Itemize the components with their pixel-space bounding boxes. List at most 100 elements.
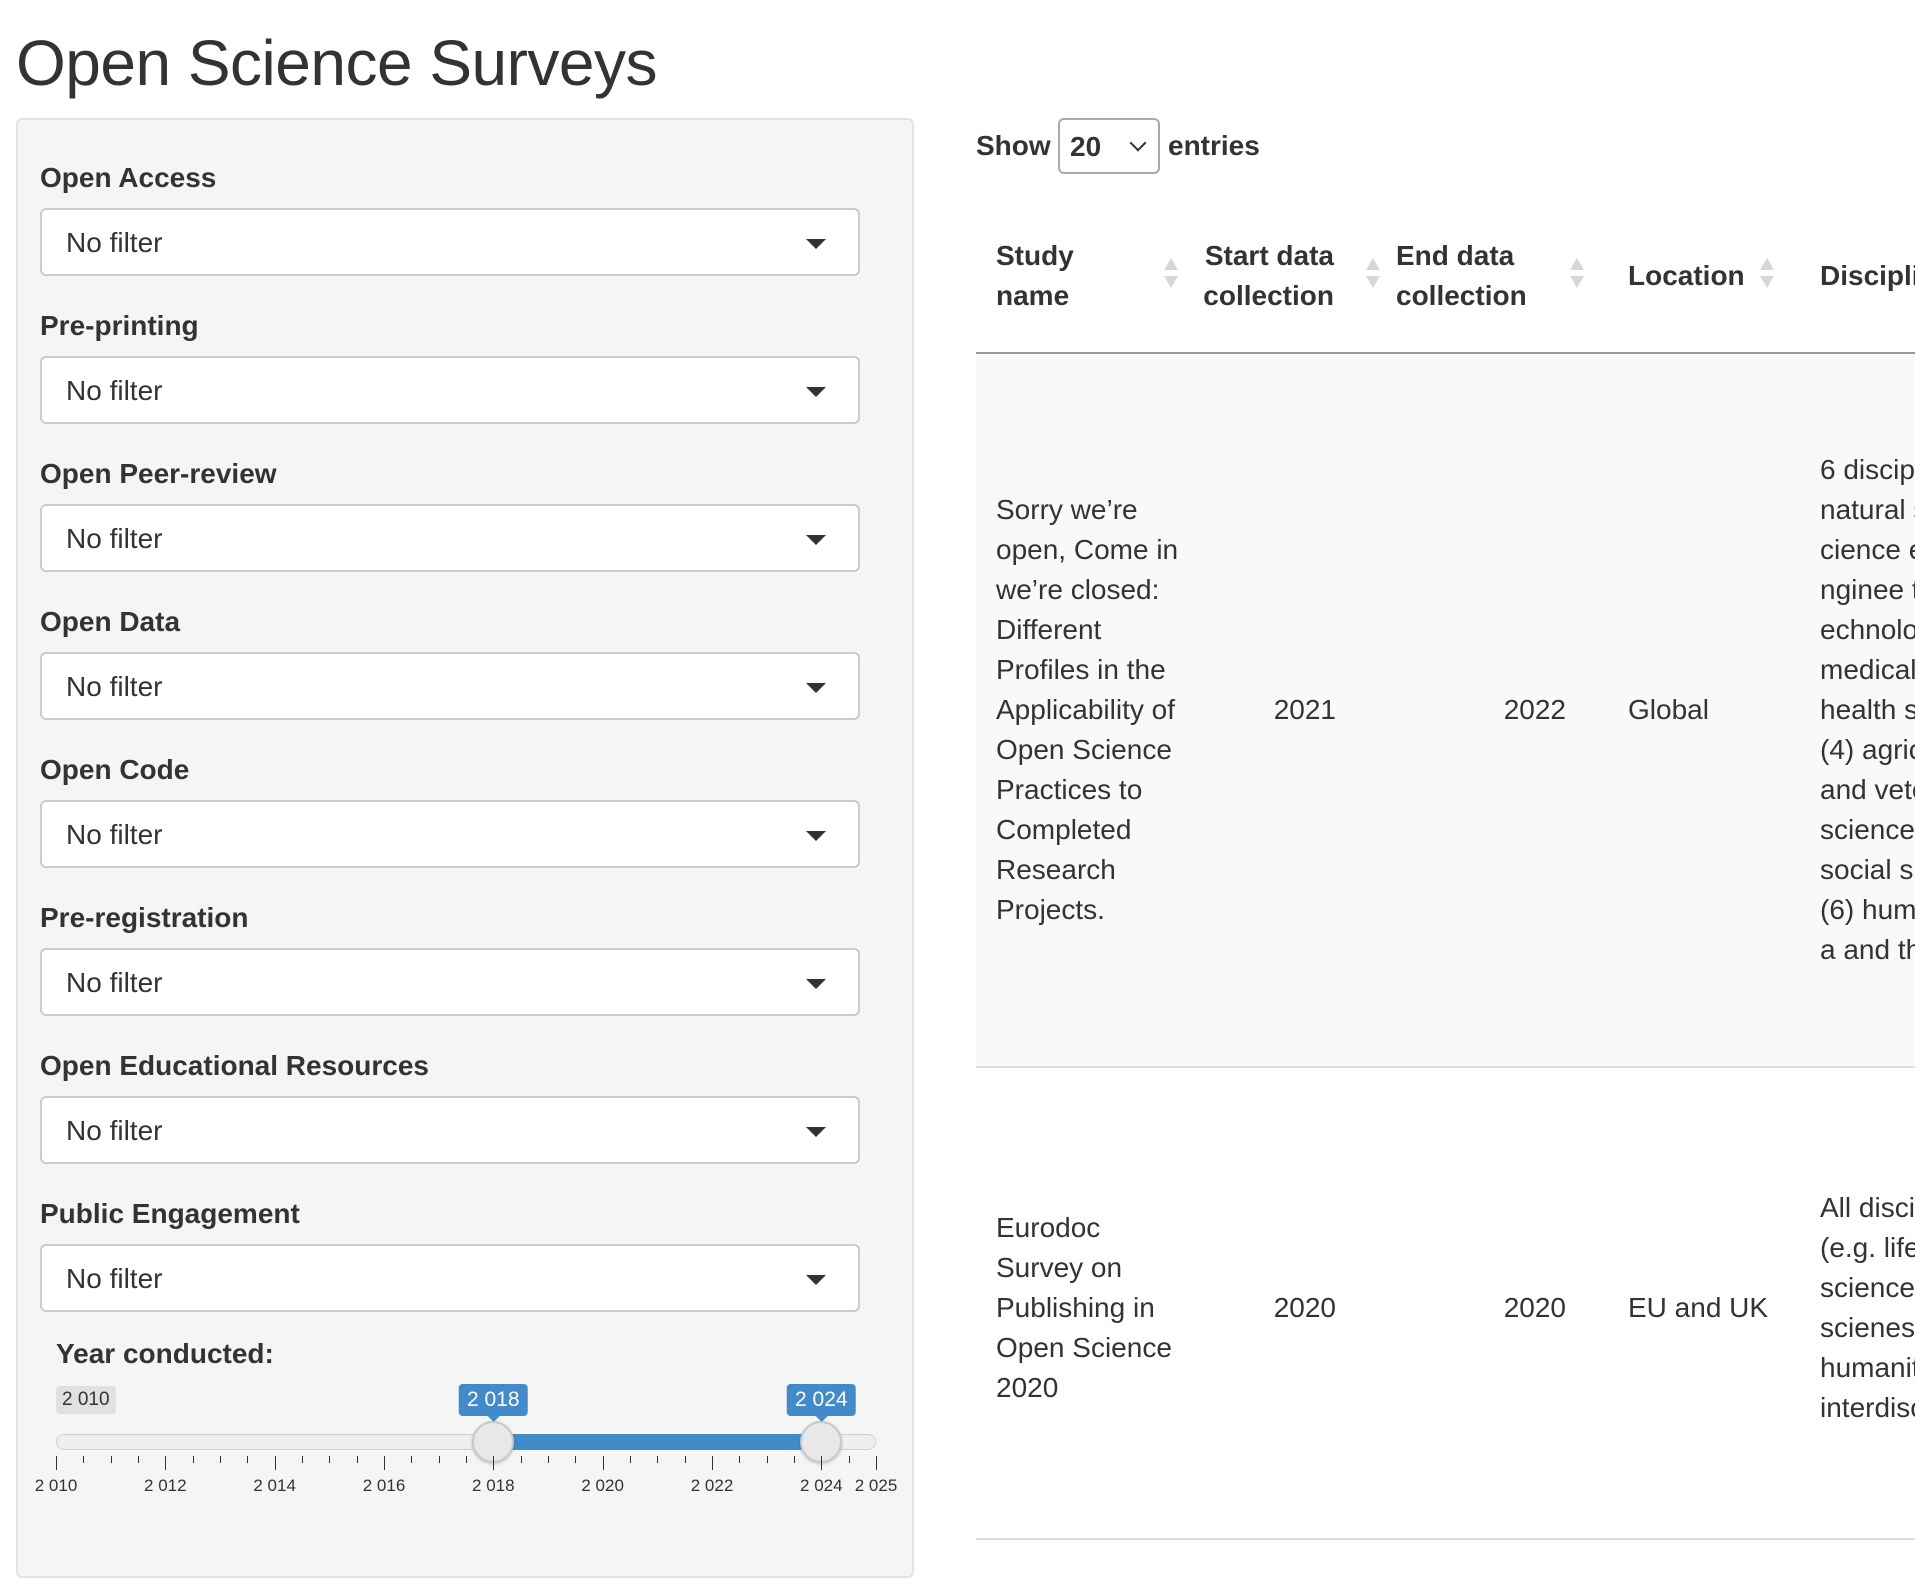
slider-tick bbox=[657, 1456, 659, 1463]
cell-end: 2022 bbox=[1503, 694, 1566, 725]
page-length-value: 20 bbox=[1070, 131, 1102, 162]
slider-tick bbox=[602, 1456, 604, 1470]
chevron-down-icon bbox=[1129, 134, 1147, 152]
column-header-discipline[interactable]: Discipli bbox=[1820, 200, 1915, 352]
sort-icon bbox=[1760, 258, 1774, 294]
column-header-start[interactable]: Start data collection bbox=[1194, 200, 1334, 352]
select-value: No filter bbox=[66, 523, 163, 554]
slider-tick bbox=[83, 1456, 85, 1463]
slider-from-label: 2 018 bbox=[459, 1384, 528, 1422]
slider-tick bbox=[302, 1456, 303, 1463]
year-slider-label: Year conducted: bbox=[56, 1338, 274, 1369]
slider-tick bbox=[684, 1456, 686, 1463]
slider-tick bbox=[575, 1456, 577, 1463]
page-length-select[interactable]: 20 bbox=[1058, 118, 1160, 174]
slider-tick-label: 2 016 bbox=[362, 1476, 406, 1495]
slider-tick-label: 2 012 bbox=[144, 1476, 187, 1495]
slider-tick bbox=[794, 1456, 795, 1463]
slider-tick bbox=[520, 1456, 522, 1463]
select-value: No filter bbox=[66, 227, 163, 258]
filter-label-open-access: Open Access bbox=[40, 162, 217, 193]
slider-tick bbox=[848, 1456, 850, 1463]
caret-down-icon bbox=[806, 535, 826, 545]
slider-tick-label: 2 022 bbox=[690, 1476, 734, 1495]
slider-min-label: 2 010 bbox=[56, 1386, 116, 1414]
cell-discipline: 6 discip natural science enginee technol… bbox=[1820, 454, 1915, 965]
cell-discipline: All disci (e.g. life science scienes hum… bbox=[1820, 1192, 1915, 1423]
column-header-label: Discipli bbox=[1820, 260, 1915, 291]
open-educational-resources-select[interactable]: No filter bbox=[40, 1096, 860, 1164]
open-access-select[interactable]: No filter bbox=[40, 208, 860, 276]
column-header-study-name[interactable]: Study name bbox=[996, 200, 1146, 352]
cell-start: 2021 bbox=[1273, 694, 1336, 725]
caret-down-icon bbox=[806, 979, 826, 989]
slider-tick-label: 2 014 bbox=[253, 1476, 296, 1495]
column-header-end[interactable]: End data collection bbox=[1396, 200, 1536, 352]
show-label: Show bbox=[976, 130, 1051, 161]
slider-tick-label: 2 024 bbox=[800, 1476, 843, 1495]
sort-icon bbox=[1366, 258, 1380, 294]
pre-printing-select[interactable]: No filter bbox=[40, 356, 860, 424]
slider-tick bbox=[110, 1456, 112, 1463]
table-row: Eurodoc Survey on Publishing in Open Sci… bbox=[976, 1068, 1915, 1538]
cell-location: Global bbox=[1628, 694, 1709, 725]
slider-tick bbox=[384, 1456, 385, 1470]
page-title: Open Science Surveys bbox=[16, 27, 658, 99]
slider-tick bbox=[876, 1456, 877, 1470]
slider-tick bbox=[739, 1456, 741, 1463]
row-divider bbox=[976, 1538, 1915, 1540]
slider-tick bbox=[165, 1456, 167, 1470]
caret-down-icon bbox=[806, 239, 826, 249]
slider-tick bbox=[329, 1456, 331, 1463]
slider-selected-range bbox=[493, 1434, 822, 1450]
slider-tick bbox=[356, 1456, 358, 1463]
column-header-label: Study name bbox=[996, 240, 1074, 311]
entries-label: entries bbox=[1168, 130, 1260, 161]
select-value: No filter bbox=[66, 671, 163, 702]
open-data-select[interactable]: No filter bbox=[40, 652, 860, 720]
cell-study-name: Eurodoc Survey on Publishing in Open Sci… bbox=[996, 1212, 1172, 1403]
caret-down-icon bbox=[806, 683, 826, 693]
sort-icon bbox=[1164, 258, 1178, 294]
column-header-label: End data collection bbox=[1396, 240, 1527, 311]
slider-tick bbox=[192, 1456, 194, 1463]
slider-tick-label: 2 010 bbox=[34, 1476, 78, 1495]
open-peer-review-select[interactable]: No filter bbox=[40, 504, 860, 572]
filter-label-public-engagement: Public Engagement bbox=[40, 1198, 300, 1229]
slider-tick-label: 2 018 bbox=[472, 1476, 515, 1495]
cell-start: 2020 bbox=[1273, 1292, 1336, 1323]
caret-down-icon bbox=[806, 1275, 826, 1285]
caret-down-icon bbox=[806, 1127, 826, 1137]
filter-label-open-peer-review: Open Peer-review bbox=[40, 458, 277, 489]
open-code-select[interactable]: No filter bbox=[40, 800, 860, 868]
slider-tick bbox=[548, 1456, 549, 1463]
slider-tick-label: 2 025 bbox=[854, 1476, 898, 1495]
slider-tick bbox=[411, 1456, 413, 1463]
select-value: No filter bbox=[66, 819, 163, 850]
column-header-label: Start data collection bbox=[1203, 240, 1334, 311]
slider-tick bbox=[220, 1456, 221, 1463]
caret-down-icon bbox=[806, 387, 826, 397]
slider-tick bbox=[274, 1456, 276, 1470]
filter-label-open-data: Open Data bbox=[40, 606, 181, 637]
public-engagement-select[interactable]: No filter bbox=[40, 1244, 860, 1312]
slider-to-label: 2 024 bbox=[787, 1384, 856, 1422]
slider-tick bbox=[466, 1456, 467, 1463]
sort-icon bbox=[1570, 258, 1584, 294]
select-value: No filter bbox=[66, 1115, 163, 1146]
select-value: No filter bbox=[66, 967, 163, 998]
slider-tick bbox=[438, 1456, 440, 1463]
cell-end: 2020 bbox=[1503, 1292, 1566, 1323]
slider-tick bbox=[138, 1456, 139, 1463]
filter-label-open-educational-resources: Open Educational Resources bbox=[40, 1050, 429, 1081]
pre-registration-select[interactable]: No filter bbox=[40, 948, 860, 1016]
slider-tick bbox=[493, 1456, 495, 1470]
slider-tick bbox=[56, 1456, 57, 1470]
slider-tick-label: 2 020 bbox=[581, 1476, 624, 1495]
column-header-location[interactable]: Location bbox=[1628, 200, 1768, 352]
cell-study-name: Sorry we’re open, Come in we’re closed: … bbox=[996, 494, 1179, 925]
slider-tick bbox=[712, 1456, 713, 1470]
select-value: No filter bbox=[66, 375, 163, 406]
filter-label-pre-printing: Pre-printing bbox=[40, 310, 199, 341]
caret-down-icon bbox=[806, 831, 826, 841]
